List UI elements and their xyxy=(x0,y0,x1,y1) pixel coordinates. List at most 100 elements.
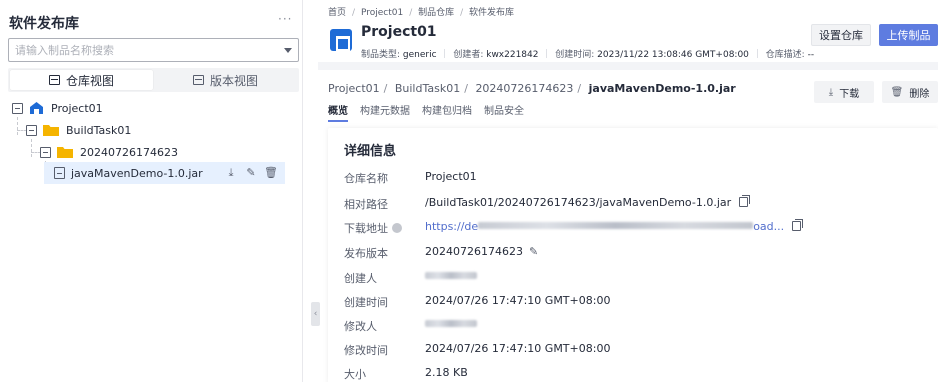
path-segment[interactable]: Project01 xyxy=(328,82,380,95)
repo-header: 首页 / Project01/ 制品仓库 / 软件发布库 Project01 制品类… xyxy=(318,0,938,62)
redacted-user xyxy=(425,272,477,279)
tree-node-file[interactable]: javaMavenDemo-1.0.jar ⤓ ✎ 🗑 xyxy=(44,162,285,184)
edit-icon[interactable]: ✎ xyxy=(529,245,538,258)
download-icon: ⤓ xyxy=(828,86,834,98)
meta-created-label: 创建时间: xyxy=(555,50,595,60)
folder-icon xyxy=(43,125,59,136)
meta-type-label: 制品类型: xyxy=(361,50,401,60)
version-view-label: 版本视图 xyxy=(209,73,258,88)
file-icon xyxy=(54,167,65,179)
tree-node-project[interactable]: Project01 xyxy=(12,97,103,119)
tree-node-label: javaMavenDemo-1.0.jar xyxy=(71,166,203,180)
field-label: 仓库名称 xyxy=(344,172,388,185)
field-label: 下载地址 xyxy=(344,220,402,236)
breadcrumb: 首页 / Project01/ 制品仓库 / 软件发布库 xyxy=(328,8,515,18)
tree-connector xyxy=(17,117,18,135)
download-url-value[interactable]: https://de oad... xyxy=(425,219,804,233)
search-input[interactable] xyxy=(9,39,264,61)
repository-icon xyxy=(30,102,43,114)
field-label: 创建人 xyxy=(344,272,377,285)
meta-creator-label: 创建者: xyxy=(453,50,484,60)
field-label: 创建时间 xyxy=(344,296,388,309)
collapse-toggle-icon[interactable] xyxy=(26,124,37,136)
repo-view-icon xyxy=(48,75,60,85)
tab-build-archive[interactable]: 构建包归档 xyxy=(422,102,472,120)
tab-build-metadata[interactable]: 构建元数据 xyxy=(360,102,410,120)
path-segment[interactable]: 20240726174623 xyxy=(475,82,573,95)
modified-time-value: 2024/07/26 17:47:10 GMT+08:00 xyxy=(425,342,611,355)
collapse-toggle-icon[interactable] xyxy=(40,146,51,158)
download-label: 下载 xyxy=(839,88,860,100)
sidebar-collapse-handle[interactable]: ‹ xyxy=(311,302,320,326)
detail-tabs: 概览 构建元数据 构建包归档 制品安全 xyxy=(328,102,524,122)
redacted-url xyxy=(478,222,754,229)
repo-settings-button[interactable]: 设置仓库 xyxy=(811,24,871,46)
meta-desc-label: 仓库描述: xyxy=(765,50,805,60)
breadcrumb-item-artifact-repo[interactable]: 制品仓库 xyxy=(418,8,454,18)
tree-node-buildtask[interactable]: BuildTask01 xyxy=(26,119,131,141)
field-label: 修改人 xyxy=(344,320,377,333)
detail-card: 详细信息 仓库名称 Project01 相对路径 /BuildTask01/20… xyxy=(328,128,938,382)
download-url-prefix: https://de xyxy=(425,220,479,233)
size-value: 2.18 KB xyxy=(425,366,468,379)
created-time-value: 2024/07/26 17:47:10 GMT+08:00 xyxy=(425,294,611,307)
artifact-path: Project01/ BuildTask01/ 20240726174623/ … xyxy=(328,82,736,95)
tree-connector xyxy=(31,139,32,157)
tree-node-label: Project01 xyxy=(51,101,103,115)
breadcrumb-item-current: 软件发布库 xyxy=(469,8,515,18)
tab-artifact-security[interactable]: 制品安全 xyxy=(484,102,524,120)
sidebar: 软件发布库 ··· 仓库视图 版本视图 Project01 BuildTask xyxy=(0,0,303,382)
tab-overview[interactable]: 概览 xyxy=(328,102,348,122)
field-label: 修改时间 xyxy=(344,344,388,357)
help-icon[interactable] xyxy=(392,223,402,233)
download-url-label: 下载地址 xyxy=(344,222,388,235)
path-segment-current: javaMavenDemo-1.0.jar xyxy=(588,82,736,95)
trash-icon: 🗑 xyxy=(890,86,904,98)
relative-path-value: /BuildTask01/20240726174623/javaMavenDem… xyxy=(425,195,751,209)
redacted-user xyxy=(425,320,477,327)
creator-value xyxy=(425,270,477,283)
card-title: 详细信息 xyxy=(344,144,397,159)
release-version-value: 20240726174623 ✎ xyxy=(425,245,538,258)
copy-icon[interactable] xyxy=(792,219,804,231)
tree-node-label: 20240726174623 xyxy=(80,145,178,159)
repo-view-tab[interactable]: 仓库视图 xyxy=(10,70,153,90)
repo-meta: 制品类型: generic 创建者: kwx221842 创建时间: 2023/… xyxy=(361,47,814,60)
download-button[interactable]: ⤓ 下载 xyxy=(814,81,874,103)
tree-node-version[interactable]: 20240726174623 xyxy=(40,141,178,163)
meta-creator-value: kwx221842 xyxy=(486,50,539,60)
artifact-search-select[interactable] xyxy=(8,38,299,62)
copy-icon[interactable] xyxy=(739,195,751,207)
path-segment[interactable]: BuildTask01 xyxy=(395,82,460,95)
chevron-down-icon[interactable] xyxy=(284,48,292,53)
folder-icon xyxy=(57,147,73,158)
more-options-icon[interactable]: ··· xyxy=(278,12,292,26)
repo-view-label: 仓库视图 xyxy=(65,73,114,88)
trash-icon[interactable]: 🗑 xyxy=(264,166,278,179)
meta-created-value: 2023/11/22 13:08:46 GMT+08:00 xyxy=(597,50,749,60)
repo-name-value: Project01 xyxy=(425,170,477,183)
version-view-tab[interactable]: 版本视图 xyxy=(154,70,297,90)
collapse-toggle-icon[interactable] xyxy=(12,102,23,114)
modifier-value xyxy=(425,318,477,331)
view-switch: 仓库视图 版本视图 xyxy=(8,68,299,92)
upload-artifact-button[interactable]: 上传制品 xyxy=(879,24,938,46)
download-icon[interactable]: ⤓ xyxy=(225,166,237,179)
meta-type-value: generic xyxy=(402,50,437,60)
field-label: 相对路径 xyxy=(344,198,388,211)
field-label: 发布版本 xyxy=(344,247,388,260)
delete-label: 删除 xyxy=(909,88,930,100)
version-view-icon xyxy=(192,75,204,85)
relative-path-text: /BuildTask01/20240726174623/javaMavenDem… xyxy=(425,196,732,209)
meta-desc-value: -- xyxy=(807,50,815,60)
file-actions: ⤓ ✎ 🗑 xyxy=(225,166,278,180)
edit-icon[interactable]: ✎ xyxy=(245,166,257,179)
project-logo-icon xyxy=(330,29,352,51)
project-name: Project01 xyxy=(361,24,437,40)
main-panel: 首页 / Project01/ 制品仓库 / 软件发布库 Project01 制品类… xyxy=(318,0,938,382)
breadcrumb-item-home[interactable]: 首页 xyxy=(328,8,346,18)
field-label: 大小 xyxy=(344,368,366,381)
tree-node-label: BuildTask01 xyxy=(66,123,132,137)
breadcrumb-item-project[interactable]: Project01 xyxy=(361,8,403,18)
delete-button[interactable]: 🗑 删除 xyxy=(882,81,938,103)
